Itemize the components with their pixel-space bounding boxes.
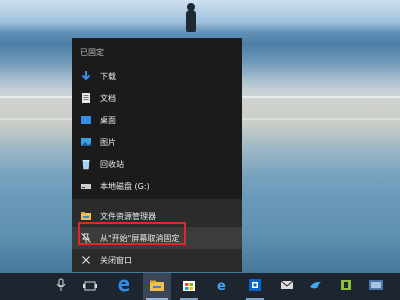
jump-item-label: 桌面 [100,115,116,125]
desktop-icon [79,113,93,127]
microphone-icon [55,277,67,296]
bird-app-icon [309,277,323,296]
action-label: 文件资源管理器 [100,211,156,221]
action-close-window[interactable]: 关闭窗口 [72,249,242,271]
jump-item-label: 下载 [100,71,116,81]
document-icon [79,91,93,105]
jump-item-label: 回收站 [100,159,124,169]
edge-icon [117,277,131,296]
close-icon [79,253,93,267]
taskbar-bird-app[interactable] [302,273,330,300]
file-explorer-icon [79,209,93,223]
drive-icon [79,179,93,193]
taskbar-store[interactable] [175,273,203,300]
taskbar-mail[interactable] [273,273,301,300]
file-explorer-icon [149,277,165,296]
jump-item-local-disk[interactable]: 本地磁盘 (G:) [72,175,242,197]
taskbar: e [0,273,400,300]
taskbar-misc-app[interactable] [362,273,390,300]
jump-item-documents[interactable]: 文档 [72,87,242,109]
action-label: 关闭窗口 [100,255,132,265]
highlight-annotation-box [78,222,186,245]
taskbar-task-view[interactable] [76,273,104,300]
taskbar-internet-explorer[interactable]: e [208,273,236,300]
jump-item-label: 图片 [100,137,116,147]
task-view-icon [82,277,98,296]
jump-item-pictures[interactable]: 图片 [72,131,242,153]
person-silhouette-body [186,10,196,32]
taskbar-outlook[interactable] [241,273,269,300]
outlook-icon [248,277,262,296]
svg-text:e: e [217,279,226,292]
taskbar-edge[interactable] [110,273,138,300]
recycle-bin-icon [79,157,93,171]
mobile-app-icon [339,277,353,296]
download-arrow-icon [79,69,93,83]
jump-item-label: 文档 [100,93,116,103]
store-icon [182,277,196,296]
jump-item-desktop[interactable]: 桌面 [72,109,242,131]
taskbar-microphone[interactable] [47,273,75,300]
jump-item-downloads[interactable]: 下载 [72,65,242,87]
jump-item-recycle-bin[interactable]: 回收站 [72,153,242,175]
jump-item-label: 本地磁盘 (G:) [100,181,150,191]
taskbar-mobile-app[interactable] [332,273,360,300]
pinned-section-title: 已固定 [80,48,104,57]
mail-app-icon [280,277,294,296]
misc-app-icon [368,277,384,296]
ie-icon: e [215,277,229,296]
pictures-icon [79,135,93,149]
taskbar-file-explorer[interactable] [143,273,171,300]
